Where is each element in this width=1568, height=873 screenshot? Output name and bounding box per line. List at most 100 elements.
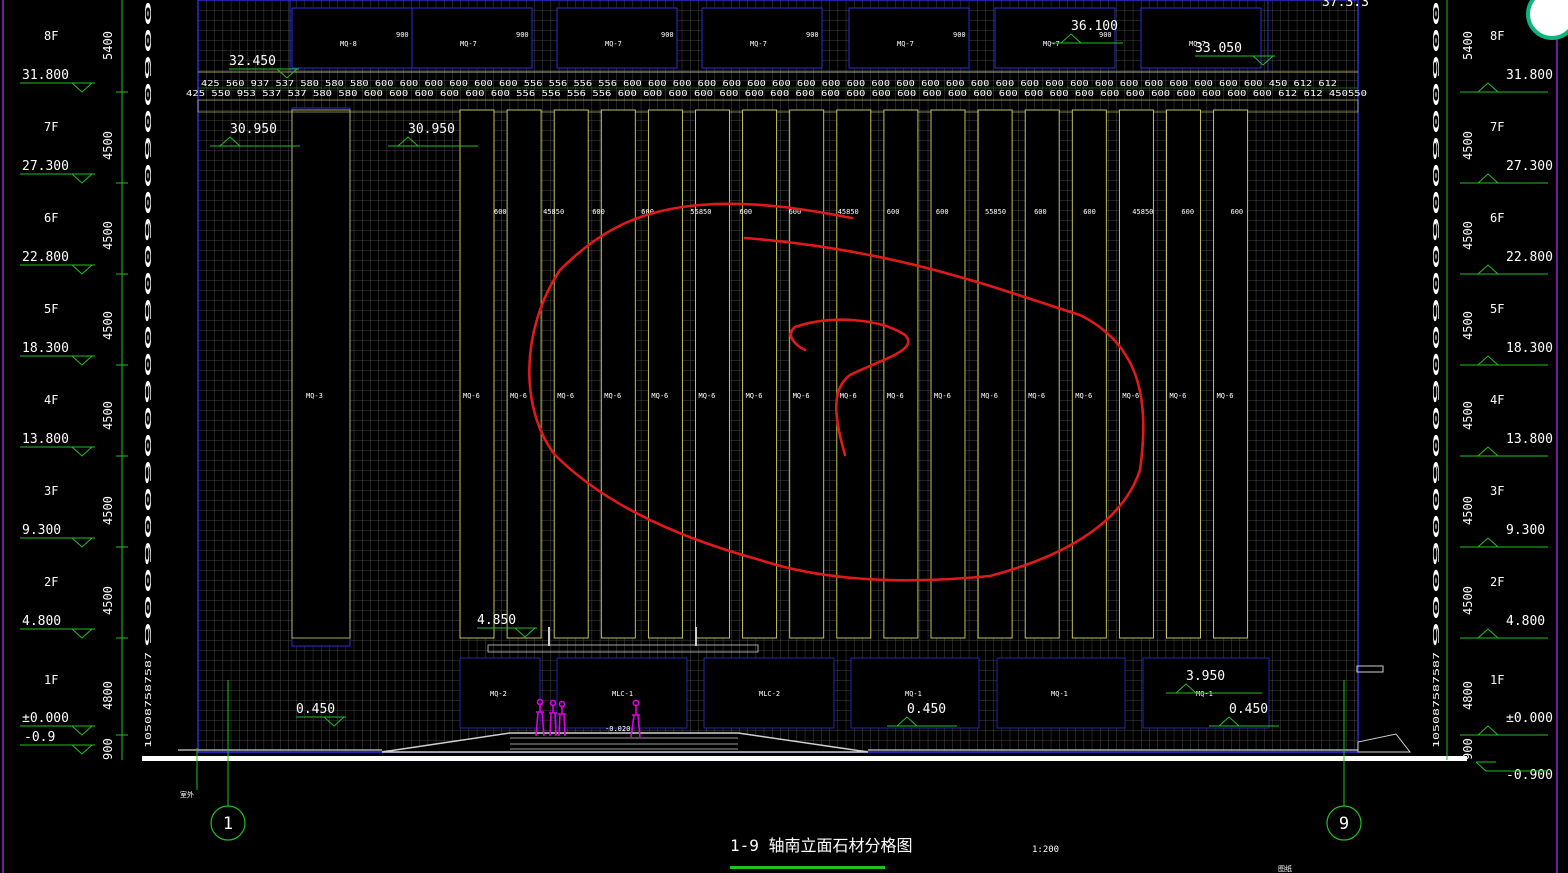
side-dims-right: 900900900900900900900900 [1432,0,1441,648]
strip-tag: MQ-6 [1122,392,1139,400]
stone-strip [695,109,730,639]
strip-tag: MQ-6 [1028,392,1045,400]
axis-label-1: 1 [223,814,233,834]
level-elev-right: 4.800 [1506,614,1545,629]
level-height-right: 4500 [1461,131,1475,160]
level-elev-left: 4.800 [22,614,61,629]
level-elev-left: ±0.000 [22,711,69,726]
strip-tag: MQ-6 [463,392,480,400]
stone-strip [1071,109,1107,639]
dimension-string-2: 425 550 953 537 537 580 580 600 600 600 … [186,89,1367,98]
strip-top-dim: 600 [1231,208,1244,216]
top-panel-dim: 900 [953,31,966,39]
top-panel [848,7,970,69]
axis-label-9: 9 [1339,814,1349,834]
level-name-right: 2F [1490,575,1504,589]
ground-line [142,756,1467,761]
stone-strip [977,109,1013,639]
top-panel [994,7,1116,69]
base-height-right: 900 [1461,738,1475,760]
top-panel-dim: 900 [516,31,529,39]
level-name-left: 2F [44,575,58,589]
top-panel-tag: MQ-8 [340,40,357,48]
strip-top-dim: 600 [1034,208,1047,216]
base-elev-left: -0.9 [24,730,55,745]
top-panel [291,7,413,69]
north-marker-icon: 室外 [180,748,198,799]
strip-top-dim: 600 [936,208,949,216]
top-panel-tag: MQ-7 [460,40,477,48]
side-dims-left: 900900900900900900900900 [144,0,153,648]
top-panel-tag: MQ-7 [897,40,914,48]
level-elev-right: 9.300 [1506,523,1545,538]
strip-top-dim: 45850 [1132,208,1153,216]
elevation-mark: 36.100 [1071,19,1118,34]
strip-top-dim: 600 [1181,208,1194,216]
level-name-right: 1F [1490,673,1504,687]
elevation-mark: 0.450 [1229,702,1268,717]
level-name-left: 5F [44,302,58,316]
strip-top-dim: 600 [740,208,753,216]
level-elev-right: 18.300 [1506,341,1553,356]
strip-tag: MQ-6 [1170,392,1187,400]
level-elev-right: 31.800 [1506,68,1553,83]
stone-strip [647,109,683,639]
level-height-left: 5400 [101,31,115,60]
level-elev-right: 13.800 [1506,432,1553,447]
ground-panel-tag: MLC-1 [612,690,633,698]
level-height-left: 4500 [101,496,115,525]
level-height-right: 4500 [1461,221,1475,250]
top-corner-mark: 37.3.3 [1322,0,1369,10]
level-name-left: 3F [44,484,58,498]
strip-tag: MQ-3 [306,392,323,400]
level-column-left: 8F 31.800 5400 7F 27.300 4500 6F 22.800 4500 5F 18… [20,0,128,760]
level-elev-left: 13.800 [22,432,69,447]
strip-top-dim: 600 [1083,208,1096,216]
ground-panel-tag: MQ-1 [1051,690,1068,698]
elevation-mark: 32.450 [229,54,276,69]
level-elev-right: 22.800 [1506,250,1553,265]
strip-tag: MQ-6 [887,392,904,400]
level-column-right: 8F 31.800 5400 7F 27.300 4500 6F 22.800 4500 5F 18… [1446,0,1553,783]
level-elev-right: ±0.000 [1506,711,1553,726]
level-elev-right: 27.300 [1506,159,1553,174]
level-elev-left: 18.300 [22,341,69,356]
level-height-left: 4500 [101,401,115,430]
level-name-left: 4F [44,393,58,407]
entry-floor-mark: -0.020 [605,725,630,733]
top-panel-dim: 900 [806,31,819,39]
elevation-mark: 4.850 [477,613,516,628]
level-height-left: 4500 [101,131,115,160]
top-panel [411,7,533,69]
strip-tag: MQ-6 [604,392,621,400]
stone-strip [789,109,825,639]
strip-top-dim: 55850 [985,208,1006,216]
north-label: 室外 [180,790,194,799]
strip-top-dim: 600 [887,208,900,216]
level-name-left: 1F [44,673,58,687]
strip-tag: MQ-6 [793,392,810,400]
strip-top-dim: 600 [592,208,605,216]
level-elev-left: 9.300 [22,523,61,538]
top-panel-tag: MQ-7 [750,40,767,48]
level-height-right: 4500 [1461,496,1475,525]
base-dims-left: 105087587587 [144,652,153,748]
level-height-right: 4500 [1461,401,1475,430]
strip-tag: MQ-6 [557,392,574,400]
drawing-title: 1-9 轴南立面石材分格图 [730,836,913,855]
stone-strip [600,109,636,639]
drawing-scale: 1:200 [1032,845,1059,855]
top-panel-tag: MQ-7 [605,40,622,48]
level-height-right: 4500 [1461,586,1475,615]
elevation-drawing: MQ-8 900 MQ-7 900 MQ-7 900 MQ-7 900 MQ-7 900 MQ-7 9… [2,0,1558,873]
level-name-right: 5F [1490,302,1504,316]
top-panel-dim: 900 [396,31,409,39]
strip-tag: MQ-6 [1075,392,1092,400]
level-elev-left: 22.800 [22,250,69,265]
strip-tag: MQ-6 [651,392,668,400]
level-name-left: 7F [44,120,58,134]
strip-top-dim: 55850 [690,208,711,216]
strip-tag: MQ-6 [1217,392,1234,400]
level-name-right: 8F [1490,29,1504,43]
ground-panel-tag: MQ-1 [905,690,922,698]
